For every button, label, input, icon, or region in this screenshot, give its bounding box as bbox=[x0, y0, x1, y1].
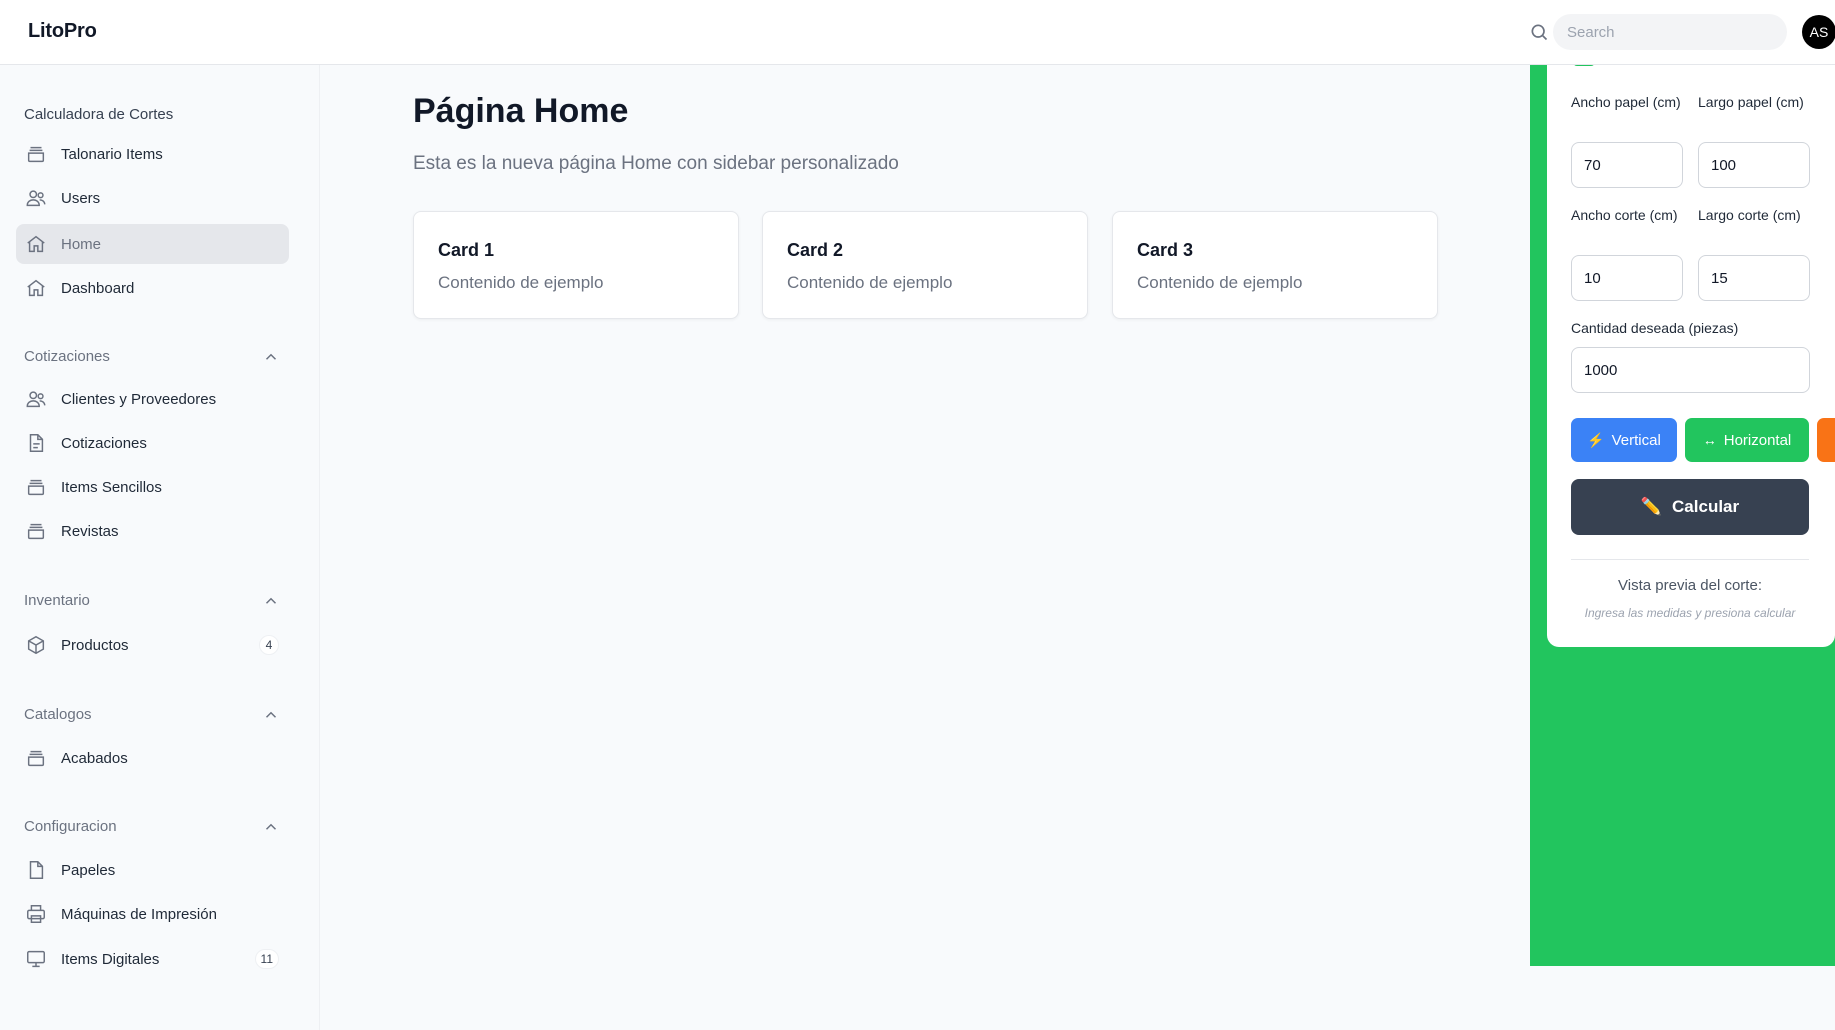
ancho-corte-input[interactable] bbox=[1571, 255, 1683, 301]
cantidad-label: Cantidad deseada (piezas) bbox=[1571, 320, 1739, 336]
document-icon bbox=[25, 859, 47, 881]
group-label-catalogos: Catalogos bbox=[24, 706, 92, 723]
document-icon bbox=[25, 432, 47, 454]
card-title: Card 3 bbox=[1137, 240, 1194, 260]
sidebar-item-label: Cotizaciones bbox=[61, 434, 147, 452]
largo-corte-input[interactable] bbox=[1698, 255, 1810, 301]
ancho-corte-label: Ancho corte (cm) bbox=[1571, 207, 1678, 223]
sidebar-item-label: Users bbox=[61, 189, 101, 207]
extra-option-button[interactable] bbox=[1817, 418, 1835, 462]
card-title: Card 1 bbox=[438, 240, 495, 260]
left-right-arrow-icon: ↔ bbox=[1702, 432, 1717, 448]
archive-icon bbox=[25, 143, 47, 165]
home-icon bbox=[25, 233, 47, 255]
calcular-button[interactable]: ✏️ Calcular bbox=[1571, 479, 1809, 535]
sidebar: Calculadora de Cortes Talonario Items Us… bbox=[0, 65, 320, 1030]
vertical-button[interactable]: ⚡ Vertical bbox=[1571, 418, 1677, 462]
main-content: Página Home Esta es la nueva página Home… bbox=[320, 65, 1530, 1030]
largo-corte-label: Largo corte (cm) bbox=[1698, 207, 1801, 223]
sidebar-item-home[interactable]: Home bbox=[16, 224, 289, 264]
group-title-calculadora: Calculadora de Cortes bbox=[24, 106, 174, 123]
sidebar-item-label: Papeles bbox=[61, 861, 116, 879]
sidebar-item-label: Items Digitales bbox=[61, 950, 160, 968]
preview-title: Vista previa del corte: bbox=[1618, 577, 1762, 594]
sidebar-item-productos[interactable]: Productos 4 bbox=[16, 625, 289, 665]
archive-icon bbox=[25, 520, 47, 542]
sidebar-item-label: Home bbox=[61, 235, 102, 253]
horizontal-button-label: Horizontal bbox=[1723, 431, 1792, 449]
card: Card 3 Contenido de ejemplo bbox=[1112, 211, 1438, 319]
sidebar-item-label: Items Sencillos bbox=[61, 478, 162, 496]
sidebar-item-label: Clientes y Proveedores bbox=[61, 390, 217, 408]
largo-papel-label: Largo papel (cm) bbox=[1698, 94, 1804, 110]
chevron-up-icon[interactable] bbox=[262, 348, 280, 366]
largo-papel-input[interactable] bbox=[1698, 142, 1810, 188]
archive-icon bbox=[25, 476, 47, 498]
count-badge: 11 bbox=[254, 949, 279, 969]
divider bbox=[1571, 559, 1809, 560]
search-bar bbox=[1525, 14, 1787, 50]
pencil-icon: ✏️ bbox=[1640, 497, 1663, 516]
chevron-up-icon[interactable] bbox=[262, 592, 280, 610]
sidebar-item-label: Talonario Items bbox=[61, 145, 163, 163]
sidebar-item-talonario-items[interactable]: Talonario Items bbox=[16, 134, 289, 174]
search-input[interactable] bbox=[1553, 14, 1787, 50]
users-icon bbox=[25, 187, 47, 209]
sidebar-item-papeles[interactable]: Papeles bbox=[16, 850, 289, 890]
chevron-up-icon[interactable] bbox=[262, 818, 280, 836]
card-text: Contenido de ejemplo bbox=[438, 273, 604, 292]
group-label-cotizaciones: Cotizaciones bbox=[24, 348, 110, 365]
avatar[interactable]: AS bbox=[1802, 15, 1835, 49]
lightning-icon: ⚡ bbox=[1587, 431, 1605, 448]
sidebar-item-revistas[interactable]: Revistas bbox=[16, 511, 289, 551]
home-icon bbox=[25, 277, 47, 299]
preview-hint: Ingresa las medidas y presiona calcular bbox=[1584, 606, 1796, 620]
sidebar-item-items-digitales[interactable]: Items Digitales 11 bbox=[16, 939, 289, 979]
sidebar-item-acabados[interactable]: Acabados bbox=[16, 738, 289, 778]
card: Card 2 Contenido de ejemplo bbox=[762, 211, 1088, 319]
sidebar-item-cotizaciones[interactable]: Cotizaciones bbox=[16, 423, 289, 463]
group-label-configuracion: Configuracion bbox=[24, 818, 117, 835]
sidebar-item-users[interactable]: Users bbox=[16, 178, 289, 218]
sidebar-item-clientes-proveedores[interactable]: Clientes y Proveedores bbox=[16, 379, 289, 419]
card-title: Card 2 bbox=[787, 240, 844, 260]
sidebar-item-maquinas-impresion[interactable]: Máquinas de Impresión bbox=[16, 894, 289, 934]
page-title: Página Home bbox=[413, 92, 629, 130]
cube-icon bbox=[25, 634, 47, 656]
sidebar-item-dashboard[interactable]: Dashboard bbox=[16, 268, 289, 308]
vertical-button-label: Vertical bbox=[1611, 431, 1661, 449]
calcular-button-label: Calcular bbox=[1672, 497, 1740, 516]
sidebar-item-items-sencillos[interactable]: Items Sencillos bbox=[16, 467, 289, 507]
sidebar-item-label: Acabados bbox=[61, 749, 128, 767]
group-label-inventario: Inventario bbox=[24, 592, 90, 609]
count-badge: 4 bbox=[259, 635, 279, 655]
monitor-icon bbox=[25, 948, 47, 970]
sidebar-item-label: Dashboard bbox=[61, 279, 135, 297]
brand-logo[interactable]: LitoPro bbox=[28, 20, 97, 43]
ancho-papel-input[interactable] bbox=[1571, 142, 1683, 188]
card: Card 1 Contenido de ejemplo bbox=[413, 211, 739, 319]
ancho-papel-label: Ancho papel (cm) bbox=[1571, 94, 1681, 110]
chevron-up-icon[interactable] bbox=[262, 706, 280, 724]
sidebar-item-label: Productos bbox=[61, 636, 129, 654]
archive-icon bbox=[25, 747, 47, 769]
search-icon bbox=[1531, 24, 1548, 41]
printer-icon bbox=[25, 903, 47, 925]
users-icon bbox=[25, 388, 47, 410]
sidebar-item-label: Máquinas de Impresión bbox=[61, 905, 217, 923]
horizontal-button[interactable]: ↔ Horizontal bbox=[1685, 418, 1809, 462]
card-text: Contenido de ejemplo bbox=[1137, 273, 1303, 292]
top-bar: LitoPro AS bbox=[0, 0, 1835, 65]
sidebar-item-label: Revistas bbox=[61, 522, 119, 540]
cantidad-input[interactable] bbox=[1571, 347, 1810, 393]
card-text: Contenido de ejemplo bbox=[787, 273, 953, 292]
page-subtitle: Esta es la nueva página Home con sidebar… bbox=[413, 153, 899, 174]
